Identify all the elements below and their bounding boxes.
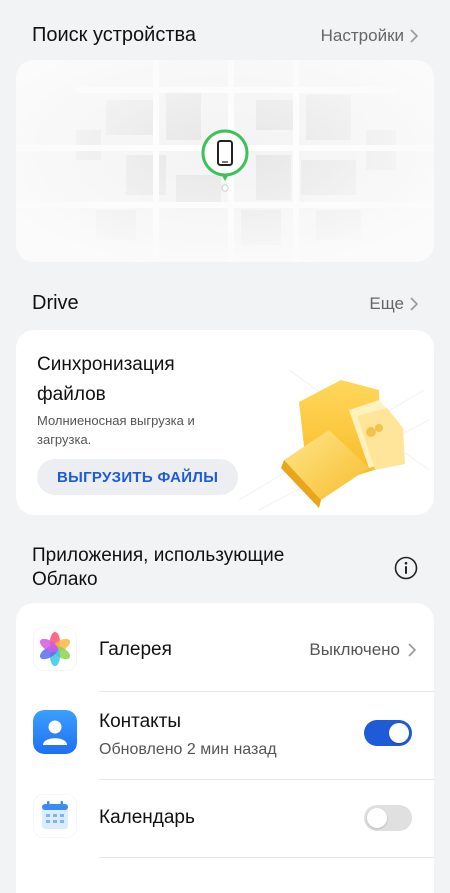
find-device-settings-link[interactable]: Настройки: [321, 26, 418, 46]
drive-header: Drive Еще: [32, 292, 418, 315]
find-device-header: Поиск устройства Настройки: [32, 24, 418, 47]
chevron-right-icon: [410, 296, 418, 311]
gallery-status: Выключено: [309, 640, 416, 660]
settings-link-label: Настройки: [320, 25, 404, 45]
file-sync-card[interactable]: Синхронизация файлов Молниеносная выгруз…: [16, 330, 434, 515]
contacts-sync-toggle[interactable]: [364, 720, 412, 746]
more-link-label: Еще: [369, 293, 404, 313]
contacts-icon: [33, 710, 77, 754]
list-item-contacts[interactable]: Контакты Обновлено 2 мин назад: [16, 691, 434, 779]
gallery-icon: [33, 627, 77, 671]
divider: [99, 857, 434, 858]
contacts-updated-text: Обновлено 2 мин назад: [99, 741, 277, 758]
file-sync-title: Синхронизация файлов: [37, 354, 175, 405]
chevron-right-icon: [410, 28, 418, 43]
apps-section-title: Приложения, использующие Облако: [32, 545, 285, 590]
list-item-calendar[interactable]: Календарь: [16, 779, 434, 867]
calendar-icon: [33, 794, 77, 838]
toggle-knob: [367, 808, 387, 828]
find-device-title: Поиск устройства: [32, 24, 197, 46]
calendar-sync-toggle[interactable]: [364, 805, 412, 831]
device-map[interactable]: [16, 60, 434, 262]
drive-title: Drive: [32, 292, 79, 314]
info-icon[interactable]: [394, 556, 418, 580]
file-sync-subtitle: Молниеносная выгрузка и загрузка.: [37, 413, 195, 447]
chevron-right-icon: [408, 643, 416, 657]
folder-illustration-icon: [238, 369, 430, 511]
gallery-status-label: Выключено: [309, 640, 400, 659]
apps-list: Галерея Выключено Контакты Обновлено 2 м…: [16, 603, 434, 893]
calendar-label: Календарь: [99, 807, 195, 828]
toggle-knob: [389, 723, 409, 743]
device-location-pin-icon[interactable]: [199, 129, 251, 193]
gallery-label: Галерея: [99, 639, 172, 660]
list-item-gallery[interactable]: Галерея Выключено: [16, 603, 434, 691]
upload-files-button[interactable]: ВЫГРУЗИТЬ ФАЙЛЫ: [37, 459, 239, 495]
drive-more-link[interactable]: Еще: [369, 294, 418, 314]
contacts-label: Контакты: [99, 711, 182, 732]
